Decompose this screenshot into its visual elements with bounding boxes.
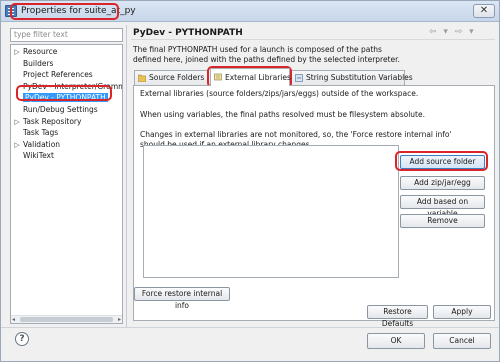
tree-item-label: PyDev - PYTHONPATH	[23, 93, 108, 103]
panel-info-2: When using variables, the final paths re…	[140, 110, 425, 119]
tree-horizontal-scrollbar[interactable]: ◂ ▸	[11, 315, 122, 323]
panel-info-3: Changes in external libraries are not mo…	[140, 130, 452, 139]
tree-item-label: Builders	[23, 58, 54, 68]
force-restore-button[interactable]: Force restore internal info	[134, 287, 230, 310]
tree-item[interactable]: Project References	[11, 69, 93, 80]
external-libraries-list[interactable]	[143, 145, 399, 278]
window-title: Properties for suite_at_py	[21, 6, 136, 16]
tree-item-label: Resource	[23, 47, 58, 56]
tree-item[interactable]: WikiText	[11, 150, 54, 161]
add-based-on-variable-button[interactable]: Add based on variable	[400, 195, 485, 218]
pane-splitter[interactable]	[126, 25, 128, 327]
navigation-arrows-icon[interactable]: ⇦ ▾ ⇨ ▾	[429, 27, 476, 37]
scrollbar-thumb[interactable]	[20, 317, 113, 322]
tree-item-label: Validation	[23, 139, 61, 149]
tree-item[interactable]: PyDev - PYTHONPATH	[11, 92, 108, 103]
help-icon[interactable]: ?	[15, 332, 29, 346]
tree-item-label: Project References	[23, 70, 93, 80]
filter-input[interactable]: type filter text	[10, 28, 123, 42]
title-divider	[131, 39, 495, 40]
add-source-folder-button[interactable]: Add source folder	[400, 155, 485, 169]
tree-item-label: WikiText	[23, 151, 54, 161]
ok-button[interactable]: OK	[367, 333, 425, 349]
cancel-button[interactable]: Cancel	[433, 333, 491, 349]
properties-dialog: Properties for suite_at_py ✕ type filter…	[0, 0, 500, 362]
apply-button[interactable]: Apply	[433, 305, 491, 319]
page-title: PyDev - PYTHONPATH	[133, 28, 243, 38]
scroll-right-icon[interactable]: ▸	[118, 316, 121, 323]
page-description: The final PYTHONPATH used for a launch i…	[133, 45, 400, 64]
tab-string-substitution-variables[interactable]: String Substitution Variables	[291, 70, 413, 85]
variables-icon	[295, 74, 303, 82]
tree-item[interactable]: Task Tags	[11, 127, 58, 138]
tree-item[interactable]: Builders	[11, 58, 53, 69]
tree-item[interactable]: Run/Debug Settings	[11, 104, 98, 115]
restore-defaults-button[interactable]: Restore Defaults	[367, 305, 428, 328]
expand-arrow-icon[interactable]: ▷	[11, 47, 23, 58]
tree-item-label: Task Tags	[23, 128, 59, 138]
tree-item[interactable]: ▷ Task Repository	[11, 116, 81, 127]
expand-arrow-icon[interactable]: ▷	[11, 140, 23, 151]
scroll-left-icon[interactable]: ◂	[12, 316, 15, 323]
tree-item-label: Run/Debug Settings	[23, 105, 98, 114]
title-bar[interactable]: Properties for suite_at_py ✕	[1, 1, 499, 22]
expand-arrow-icon[interactable]: ▷	[11, 117, 23, 128]
tab-source-folders[interactable]: Source Folders	[134, 70, 209, 85]
dialog-icon	[5, 5, 17, 17]
tree-item-label: PyDev - Interpreter/Gramm	[23, 81, 123, 91]
tree-item[interactable]: ▷ Resource	[11, 46, 57, 57]
tab-external-libraries[interactable]: External Libraries	[210, 68, 291, 86]
external-libraries-panel: External libraries (source folders/zips/…	[133, 85, 495, 321]
library-icon	[214, 73, 222, 81]
panel-info-1: External libraries (source folders/zips/…	[140, 89, 419, 98]
add-zip-jar-egg-button[interactable]: Add zip/jar/egg	[400, 176, 485, 190]
tree-item[interactable]: ▷ Validation	[11, 139, 60, 150]
folder-icon	[138, 74, 146, 82]
tree-item[interactable]: PyDev - Interpreter/Gramm	[11, 81, 123, 92]
remove-button[interactable]: Remove	[400, 214, 485, 228]
property-tree[interactable]: ▷ Resource Builders Project References PyDev…	[10, 44, 123, 324]
footer-divider	[1, 327, 499, 328]
tree-item-label: Task Repository	[23, 116, 82, 126]
close-button[interactable]: ✕	[473, 4, 495, 18]
